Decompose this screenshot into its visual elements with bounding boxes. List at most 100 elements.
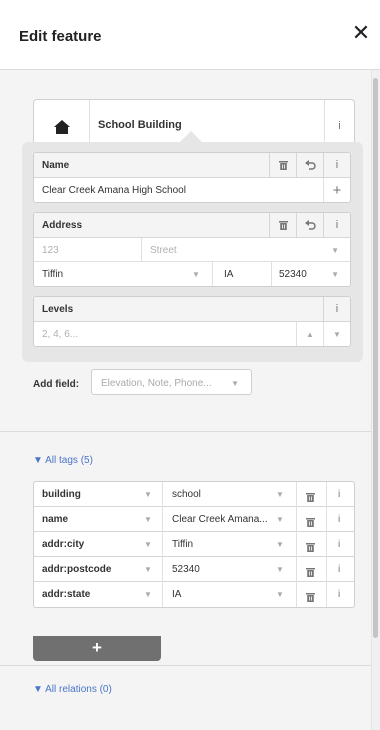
add-field-combobox[interactable]: Elevation, Note, Phone... ▼ bbox=[91, 369, 252, 395]
fields-section: Name i Clear Creek Amana High School + A… bbox=[22, 142, 363, 362]
tag-separator bbox=[162, 532, 163, 557]
tag-separator bbox=[296, 482, 297, 507]
trash-icon bbox=[278, 161, 288, 170]
address-separator bbox=[271, 262, 272, 286]
preset-name: School Building bbox=[98, 119, 182, 131]
chevron-down-icon[interactable]: ▼ bbox=[144, 490, 152, 499]
panel-content: School Building i Name i Clear Creek Ama… bbox=[0, 70, 371, 730]
tag-value-input[interactable]: IA bbox=[172, 589, 282, 600]
trash-icon[interactable] bbox=[306, 589, 315, 607]
add-field-label: Add field: bbox=[33, 379, 80, 390]
field-levels-label: Levels bbox=[42, 304, 74, 315]
trash-icon[interactable] bbox=[306, 564, 315, 582]
field-address-info-button[interactable]: i bbox=[323, 213, 350, 237]
tag-separator bbox=[162, 557, 163, 582]
info-icon[interactable]: i bbox=[338, 539, 340, 550]
field-levels-label-row: Levels i bbox=[34, 297, 350, 322]
state-input[interactable]: IA bbox=[224, 269, 233, 280]
chevron-down-icon[interactable]: ▼ bbox=[192, 270, 200, 279]
field-address: Address i 123 Street ▼ Tiffin ▼ IA 52340… bbox=[33, 212, 351, 287]
tag-key-input[interactable]: addr:state bbox=[42, 589, 90, 600]
tag-value-input[interactable]: Clear Creek Amana... bbox=[172, 514, 282, 525]
section-divider bbox=[0, 431, 371, 432]
levels-input[interactable]: 2, 4, 6... bbox=[42, 329, 78, 340]
tag-separator bbox=[326, 582, 327, 607]
chevron-down-icon[interactable]: ▼ bbox=[276, 490, 284, 499]
postcode-input[interactable]: 52340 bbox=[279, 269, 307, 280]
chevron-down-icon[interactable]: ▼ bbox=[231, 379, 239, 388]
tag-key-input[interactable]: name bbox=[42, 514, 68, 525]
preset-caret bbox=[180, 131, 202, 142]
field-name-input-row: Clear Creek Amana High School + bbox=[34, 178, 350, 202]
tag-key-input[interactable]: building bbox=[42, 489, 81, 500]
levels-increment-button[interactable]: ▲ bbox=[296, 322, 323, 346]
info-icon[interactable]: i bbox=[338, 589, 340, 600]
chevron-up-icon: ▲ bbox=[306, 329, 314, 339]
field-address-delete-button[interactable] bbox=[269, 213, 296, 237]
address-row-2: Tiffin ▼ IA 52340 ▼ bbox=[34, 262, 350, 286]
scrollbar[interactable] bbox=[371, 70, 380, 730]
info-icon[interactable]: i bbox=[338, 489, 340, 500]
close-icon[interactable]: ✕ bbox=[350, 22, 372, 44]
tag-value-input[interactable]: 52340 bbox=[172, 564, 282, 575]
field-address-revert-button[interactable] bbox=[296, 213, 323, 237]
city-input[interactable]: Tiffin bbox=[42, 269, 63, 280]
tag-separator bbox=[296, 507, 297, 532]
panel-header: Edit feature ✕ bbox=[0, 0, 380, 70]
trash-icon[interactable] bbox=[306, 514, 315, 532]
chevron-down-icon[interactable]: ▼ bbox=[276, 590, 284, 599]
field-name-info-button[interactable]: i bbox=[323, 153, 350, 177]
tag-separator bbox=[326, 532, 327, 557]
name-input[interactable]: Clear Creek Amana High School bbox=[42, 185, 186, 196]
undo-icon bbox=[304, 220, 316, 230]
tag-value-input[interactable]: school bbox=[172, 489, 282, 500]
tag-value-input[interactable]: Tiffin bbox=[172, 539, 282, 550]
address-row-1: 123 Street ▼ bbox=[34, 238, 350, 262]
field-name-label: Name bbox=[42, 160, 70, 171]
chevron-down-icon[interactable]: ▼ bbox=[276, 565, 284, 574]
housenumber-input[interactable]: 123 bbox=[42, 245, 59, 256]
info-icon[interactable]: i bbox=[338, 564, 340, 575]
chevron-down-icon[interactable]: ▼ bbox=[276, 515, 284, 524]
field-name-revert-button[interactable] bbox=[296, 153, 323, 177]
chevron-down-icon[interactable]: ▼ bbox=[331, 270, 339, 279]
info-icon: i bbox=[335, 219, 339, 231]
chevron-down-icon[interactable]: ▼ bbox=[144, 590, 152, 599]
tag-separator bbox=[296, 582, 297, 607]
field-name: Name i Clear Creek Amana High School + bbox=[33, 152, 351, 203]
add-tag-button[interactable]: + bbox=[33, 636, 161, 661]
tag-separator bbox=[296, 532, 297, 557]
scrollbar-thumb[interactable] bbox=[373, 78, 378, 638]
tag-separator bbox=[326, 507, 327, 532]
tag-row: name ▼ Clear Creek Amana... ▼ i bbox=[34, 507, 354, 532]
tag-key-input[interactable]: addr:postcode bbox=[42, 564, 111, 575]
field-levels-info-button[interactable]: i bbox=[323, 297, 350, 321]
trash-icon[interactable] bbox=[306, 539, 315, 557]
chevron-down-icon[interactable]: ▼ bbox=[276, 540, 284, 549]
chevron-down-icon[interactable]: ▼ bbox=[144, 565, 152, 574]
field-name-label-row: Name i bbox=[34, 153, 350, 178]
tag-separator bbox=[296, 557, 297, 582]
add-localized-name-button[interactable]: + bbox=[323, 178, 350, 202]
all-tags-toggle[interactable]: ▼ All tags (5) bbox=[33, 455, 93, 466]
address-separator bbox=[141, 238, 142, 262]
tag-row: building ▼ school ▼ i bbox=[34, 482, 354, 507]
tag-row: addr:state ▼ IA ▼ i bbox=[34, 582, 354, 607]
tag-key-input[interactable]: addr:city bbox=[42, 539, 84, 550]
all-relations-toggle[interactable]: ▼ All relations (0) bbox=[33, 684, 112, 695]
trash-icon[interactable] bbox=[306, 489, 315, 507]
trash-icon bbox=[278, 221, 288, 230]
undo-icon bbox=[304, 160, 316, 170]
chevron-down-icon[interactable]: ▼ bbox=[144, 515, 152, 524]
field-name-delete-button[interactable] bbox=[269, 153, 296, 177]
tag-separator bbox=[326, 482, 327, 507]
levels-decrement-button[interactable]: ▼ bbox=[323, 322, 350, 346]
info-icon: i bbox=[335, 159, 339, 171]
street-input[interactable]: Street bbox=[150, 245, 177, 256]
info-icon[interactable]: i bbox=[338, 514, 340, 525]
chevron-down-icon: ▼ bbox=[333, 329, 341, 339]
add-field-input[interactable]: Elevation, Note, Phone... bbox=[101, 378, 212, 389]
chevron-down-icon[interactable]: ▼ bbox=[144, 540, 152, 549]
field-address-label-row: Address i bbox=[34, 213, 350, 238]
chevron-down-icon[interactable]: ▼ bbox=[331, 246, 339, 255]
